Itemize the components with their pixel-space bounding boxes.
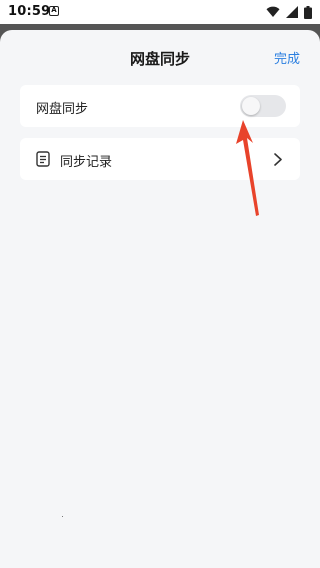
done-button[interactable]: 完成 [274, 48, 300, 67]
status-bar: 10:59 A [0, 0, 320, 24]
status-time: 10:59 [8, 4, 51, 19]
red-arrow-annotation [236, 120, 259, 216]
status-icons [266, 5, 312, 19]
page-title: 网盘同步 [129, 50, 190, 68]
battery-icon [304, 5, 312, 19]
signal-icon [286, 6, 298, 18]
document-icon [36, 151, 50, 167]
stray-dot [62, 516, 63, 517]
a-letter-icon: A [49, 6, 59, 16]
sync-settings-sheet: 网盘同步 完成 网盘同步 同步记录 [0, 30, 320, 568]
netdisk-sync-label: 网盘同步 [36, 102, 89, 117]
chevron-right-icon [274, 153, 282, 166]
netdisk-sync-toggle[interactable] [240, 95, 286, 117]
toggle-knob [242, 97, 260, 115]
sync-record-label: 同步记录 [60, 155, 113, 170]
wifi-icon [266, 6, 280, 17]
